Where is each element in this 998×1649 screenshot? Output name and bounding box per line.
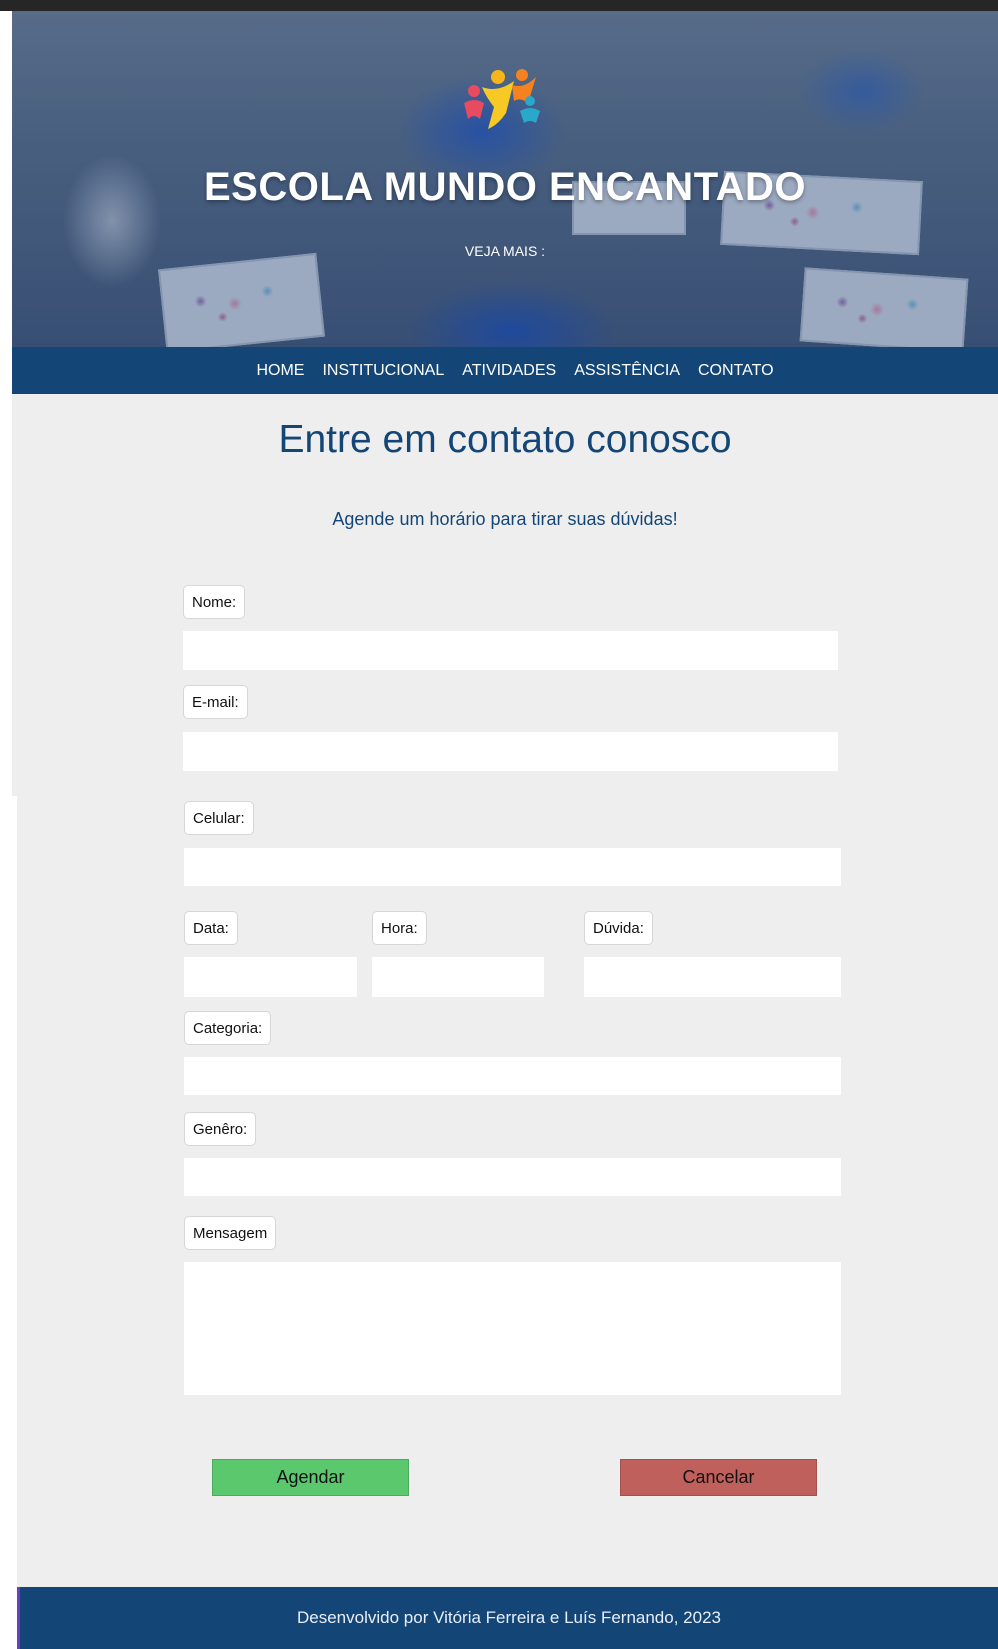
nav-home[interactable]: HOME [256,362,304,380]
email-label: E-mail: [183,685,248,719]
nav-atividades[interactable]: ATIVIDADES [462,362,556,380]
main-nav: HOME INSTITUCIONAL ATIVIDADES ASSISTÊNCI… [12,347,998,394]
left-strip [0,11,12,796]
mensagem-textarea[interactable] [184,1262,841,1395]
top-bar [0,0,998,11]
agendar-button[interactable]: Agendar [212,1459,409,1496]
nome-input[interactable] [183,631,838,670]
celular-input[interactable] [184,848,841,886]
categoria-label: Categoria: [184,1011,272,1045]
hero-banner: ESCOLA MUNDO ENCANTADO VEJA MAIS : [12,11,998,347]
mensagem-label: Mensagem [184,1216,277,1250]
nav-institucional[interactable]: INSTITUCIONAL [322,362,444,380]
celular-label: Celular: [184,801,254,835]
nome-label: Nome: [183,585,246,619]
cancelar-button[interactable]: Cancelar [620,1459,817,1496]
children-logo-icon [464,69,540,129]
genero-label: Genêro: [184,1112,257,1146]
duvida-input[interactable] [584,957,841,997]
data-input[interactable] [184,957,357,997]
duvida-label: Dúvida: [584,911,653,945]
hora-input[interactable] [372,957,544,997]
site-title: ESCOLA MUNDO ENCANTADO [203,165,807,209]
email-input[interactable] [183,732,838,771]
footer: Desenvolvido por Vitória Ferreira e Luís… [20,1587,998,1649]
page-title: Entre em contato conosco [278,418,732,461]
nav-contato[interactable]: CONTATO [698,362,774,380]
see-more-link[interactable]: VEJA MAIS : [12,243,998,259]
nav-assistencia[interactable]: ASSISTÊNCIA [574,362,680,380]
categoria-input[interactable] [184,1057,841,1095]
data-label: Data: [184,911,238,945]
genero-input[interactable] [184,1158,841,1196]
footer-credits: Desenvolvido por Vitória Ferreira e Luís… [297,1608,721,1627]
hora-label: Hora: [372,911,427,945]
page-subtitle: Agende um horário para tirar suas dúvida… [332,509,678,529]
